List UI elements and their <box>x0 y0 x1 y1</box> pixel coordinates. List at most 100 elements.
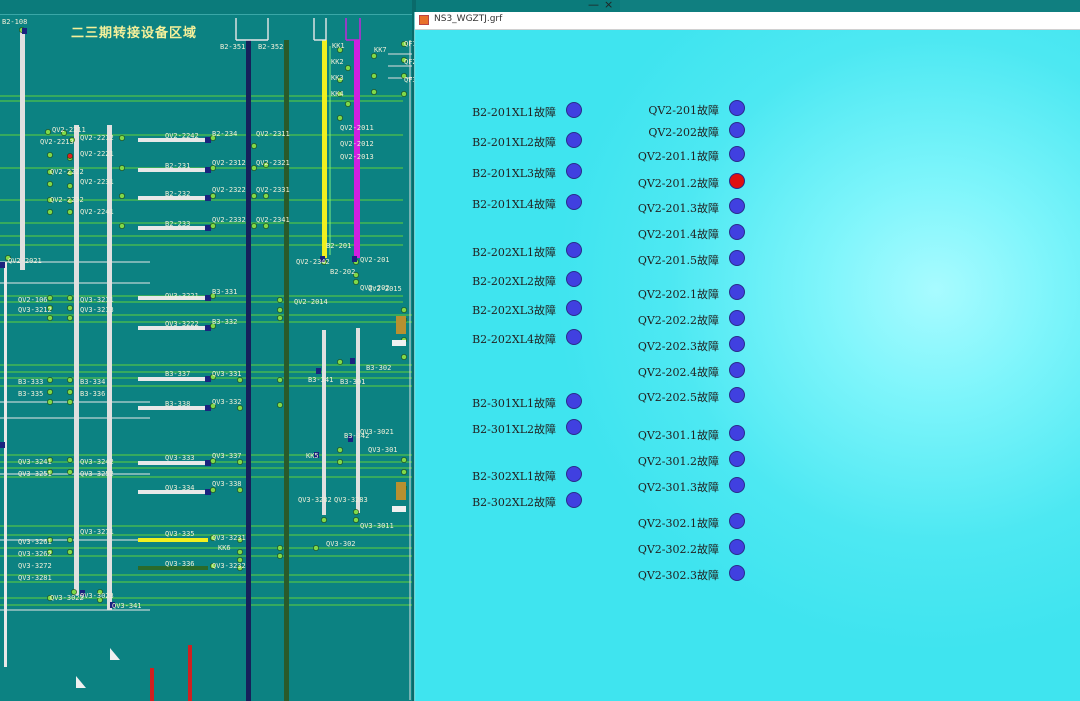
equipment-label: QV2-2211 <box>52 126 86 134</box>
fault-normal-indicator[interactable] <box>729 451 745 467</box>
status-label: B2-302XL1故障 <box>472 470 556 483</box>
vertical-bus-bar <box>20 30 25 270</box>
right-status-row: QV2-202.2故障 <box>585 310 745 328</box>
breaker-node <box>263 193 269 199</box>
fault-normal-indicator[interactable] <box>729 122 745 138</box>
equipment-label: QV2-201 <box>360 256 390 264</box>
status-label: QV2-202.2故障 <box>637 314 719 327</box>
breaker-node <box>67 295 73 301</box>
fault-normal-indicator[interactable] <box>566 271 582 287</box>
fault-normal-indicator[interactable] <box>566 194 582 210</box>
fault-normal-indicator[interactable] <box>729 100 745 116</box>
equipment-label: B2-231 <box>165 162 191 170</box>
small-switch <box>316 368 321 374</box>
fault-normal-indicator[interactable] <box>566 132 582 148</box>
transformer-coil <box>396 482 406 500</box>
breaker-node <box>277 545 283 551</box>
breaker-node <box>251 193 257 199</box>
fault-normal-indicator[interactable] <box>566 393 582 409</box>
status-label: QV2-201故障 <box>648 104 719 117</box>
breaker-node <box>251 143 257 149</box>
transformer-coil <box>396 316 406 334</box>
left-status-row: B2-302XL1故障 <box>422 466 582 484</box>
bus-end <box>205 167 211 173</box>
equipment-label: QV3-3022 <box>50 594 84 602</box>
app-icon <box>419 15 429 25</box>
small-switch <box>350 358 355 364</box>
fault-normal-indicator[interactable] <box>566 102 582 118</box>
fault-normal-indicator[interactable] <box>729 425 745 441</box>
fault-normal-indicator[interactable] <box>729 387 745 403</box>
breaker-node <box>353 517 359 523</box>
fault-normal-indicator[interactable] <box>729 250 745 266</box>
equipment-label: QV3-338 <box>212 480 242 488</box>
fault-normal-indicator[interactable] <box>729 539 745 555</box>
status-label: B2-301XL1故障 <box>472 397 556 410</box>
fault-normal-indicator[interactable] <box>566 492 582 508</box>
equipment-label: QV3-3231 <box>212 534 246 542</box>
status-label: QV2-201.5故障 <box>637 254 719 267</box>
fault-normal-indicator[interactable] <box>729 336 745 352</box>
equipment-label: QV3-3011 <box>360 522 394 530</box>
equipment-label: B2-108 <box>2 18 28 26</box>
equipment-label: KK6 <box>218 544 231 552</box>
fault-normal-indicator[interactable] <box>729 362 745 378</box>
status-label: QV2-302.3故障 <box>637 569 719 582</box>
breaker-node <box>47 152 53 158</box>
fault-normal-indicator[interactable] <box>566 300 582 316</box>
small-switch <box>0 262 5 268</box>
bus-end <box>205 195 211 201</box>
equipment-label: QV3-334 <box>165 484 195 492</box>
equipment-label: QV3-332 <box>212 398 242 406</box>
left-status-row: B2-202XL4故障 <box>422 329 582 347</box>
status-label: B2-301XL2故障 <box>472 423 556 436</box>
equipment-label: QV2-2012 <box>340 140 374 148</box>
bus-end <box>205 405 211 411</box>
fault-normal-indicator[interactable] <box>729 565 745 581</box>
equipment-label: B2-232 <box>165 190 191 198</box>
status-label: B2-202XL2故障 <box>472 275 556 288</box>
fault-active-indicator[interactable] <box>729 173 745 189</box>
window-body: B2-201XL1故障 B2-201XL2故障 B2-201XL3故障 B2-201X… <box>416 30 1080 701</box>
fault-normal-indicator[interactable] <box>566 242 582 258</box>
left-status-row: B2-202XL3故障 <box>422 300 582 318</box>
left-status-row: B2-201XL4故障 <box>422 194 582 212</box>
fault-normal-indicator[interactable] <box>729 146 745 162</box>
status-label: QV2-302.1故障 <box>637 517 719 530</box>
breaker-node <box>337 115 343 121</box>
left-status-row: B2-301XL2故障 <box>422 419 582 437</box>
window-titlebar[interactable]: NS3_WGZTJ.grf <box>415 12 1080 30</box>
equipment-label: QV2-2021 <box>8 257 42 265</box>
yellow-bus-bar <box>322 40 327 258</box>
right-status-row: QV2-302.1故障 <box>585 513 745 531</box>
equipment-label: QV2-2231 <box>80 178 114 186</box>
fault-normal-indicator[interactable] <box>729 477 745 493</box>
bus-end <box>205 325 211 331</box>
diagram-title: 二三期转接设备区域 <box>71 26 198 41</box>
status-label: B2-201XL3故障 <box>472 167 556 180</box>
breaker-node <box>67 183 73 189</box>
minimize-button[interactable]: — <box>588 0 599 11</box>
fault-normal-indicator[interactable] <box>566 329 582 345</box>
fault-normal-indicator[interactable] <box>729 284 745 300</box>
close-button[interactable]: × <box>604 0 613 11</box>
right-status-row: QV2-202.3故障 <box>585 336 745 354</box>
fault-normal-indicator[interactable] <box>729 513 745 529</box>
green-bus-bar <box>284 40 289 701</box>
fault-normal-indicator[interactable] <box>566 419 582 435</box>
fault-normal-indicator[interactable] <box>566 163 582 179</box>
equipment-label: QV2-2242 <box>165 132 199 140</box>
fault-normal-indicator[interactable] <box>729 310 745 326</box>
breaker-node <box>277 553 283 559</box>
breaker-node <box>67 209 73 215</box>
left-status-row: B2-201XL3故障 <box>422 163 582 181</box>
fault-normal-indicator[interactable] <box>729 224 745 240</box>
right-status-row: QV2-201.1故障 <box>585 146 745 164</box>
breaker-node <box>353 279 359 285</box>
breaker-node <box>119 135 125 141</box>
breaker-node <box>371 53 377 59</box>
breaker-node <box>401 307 407 313</box>
fault-normal-indicator[interactable] <box>566 466 582 482</box>
breaker-node <box>119 193 125 199</box>
fault-normal-indicator[interactable] <box>729 198 745 214</box>
